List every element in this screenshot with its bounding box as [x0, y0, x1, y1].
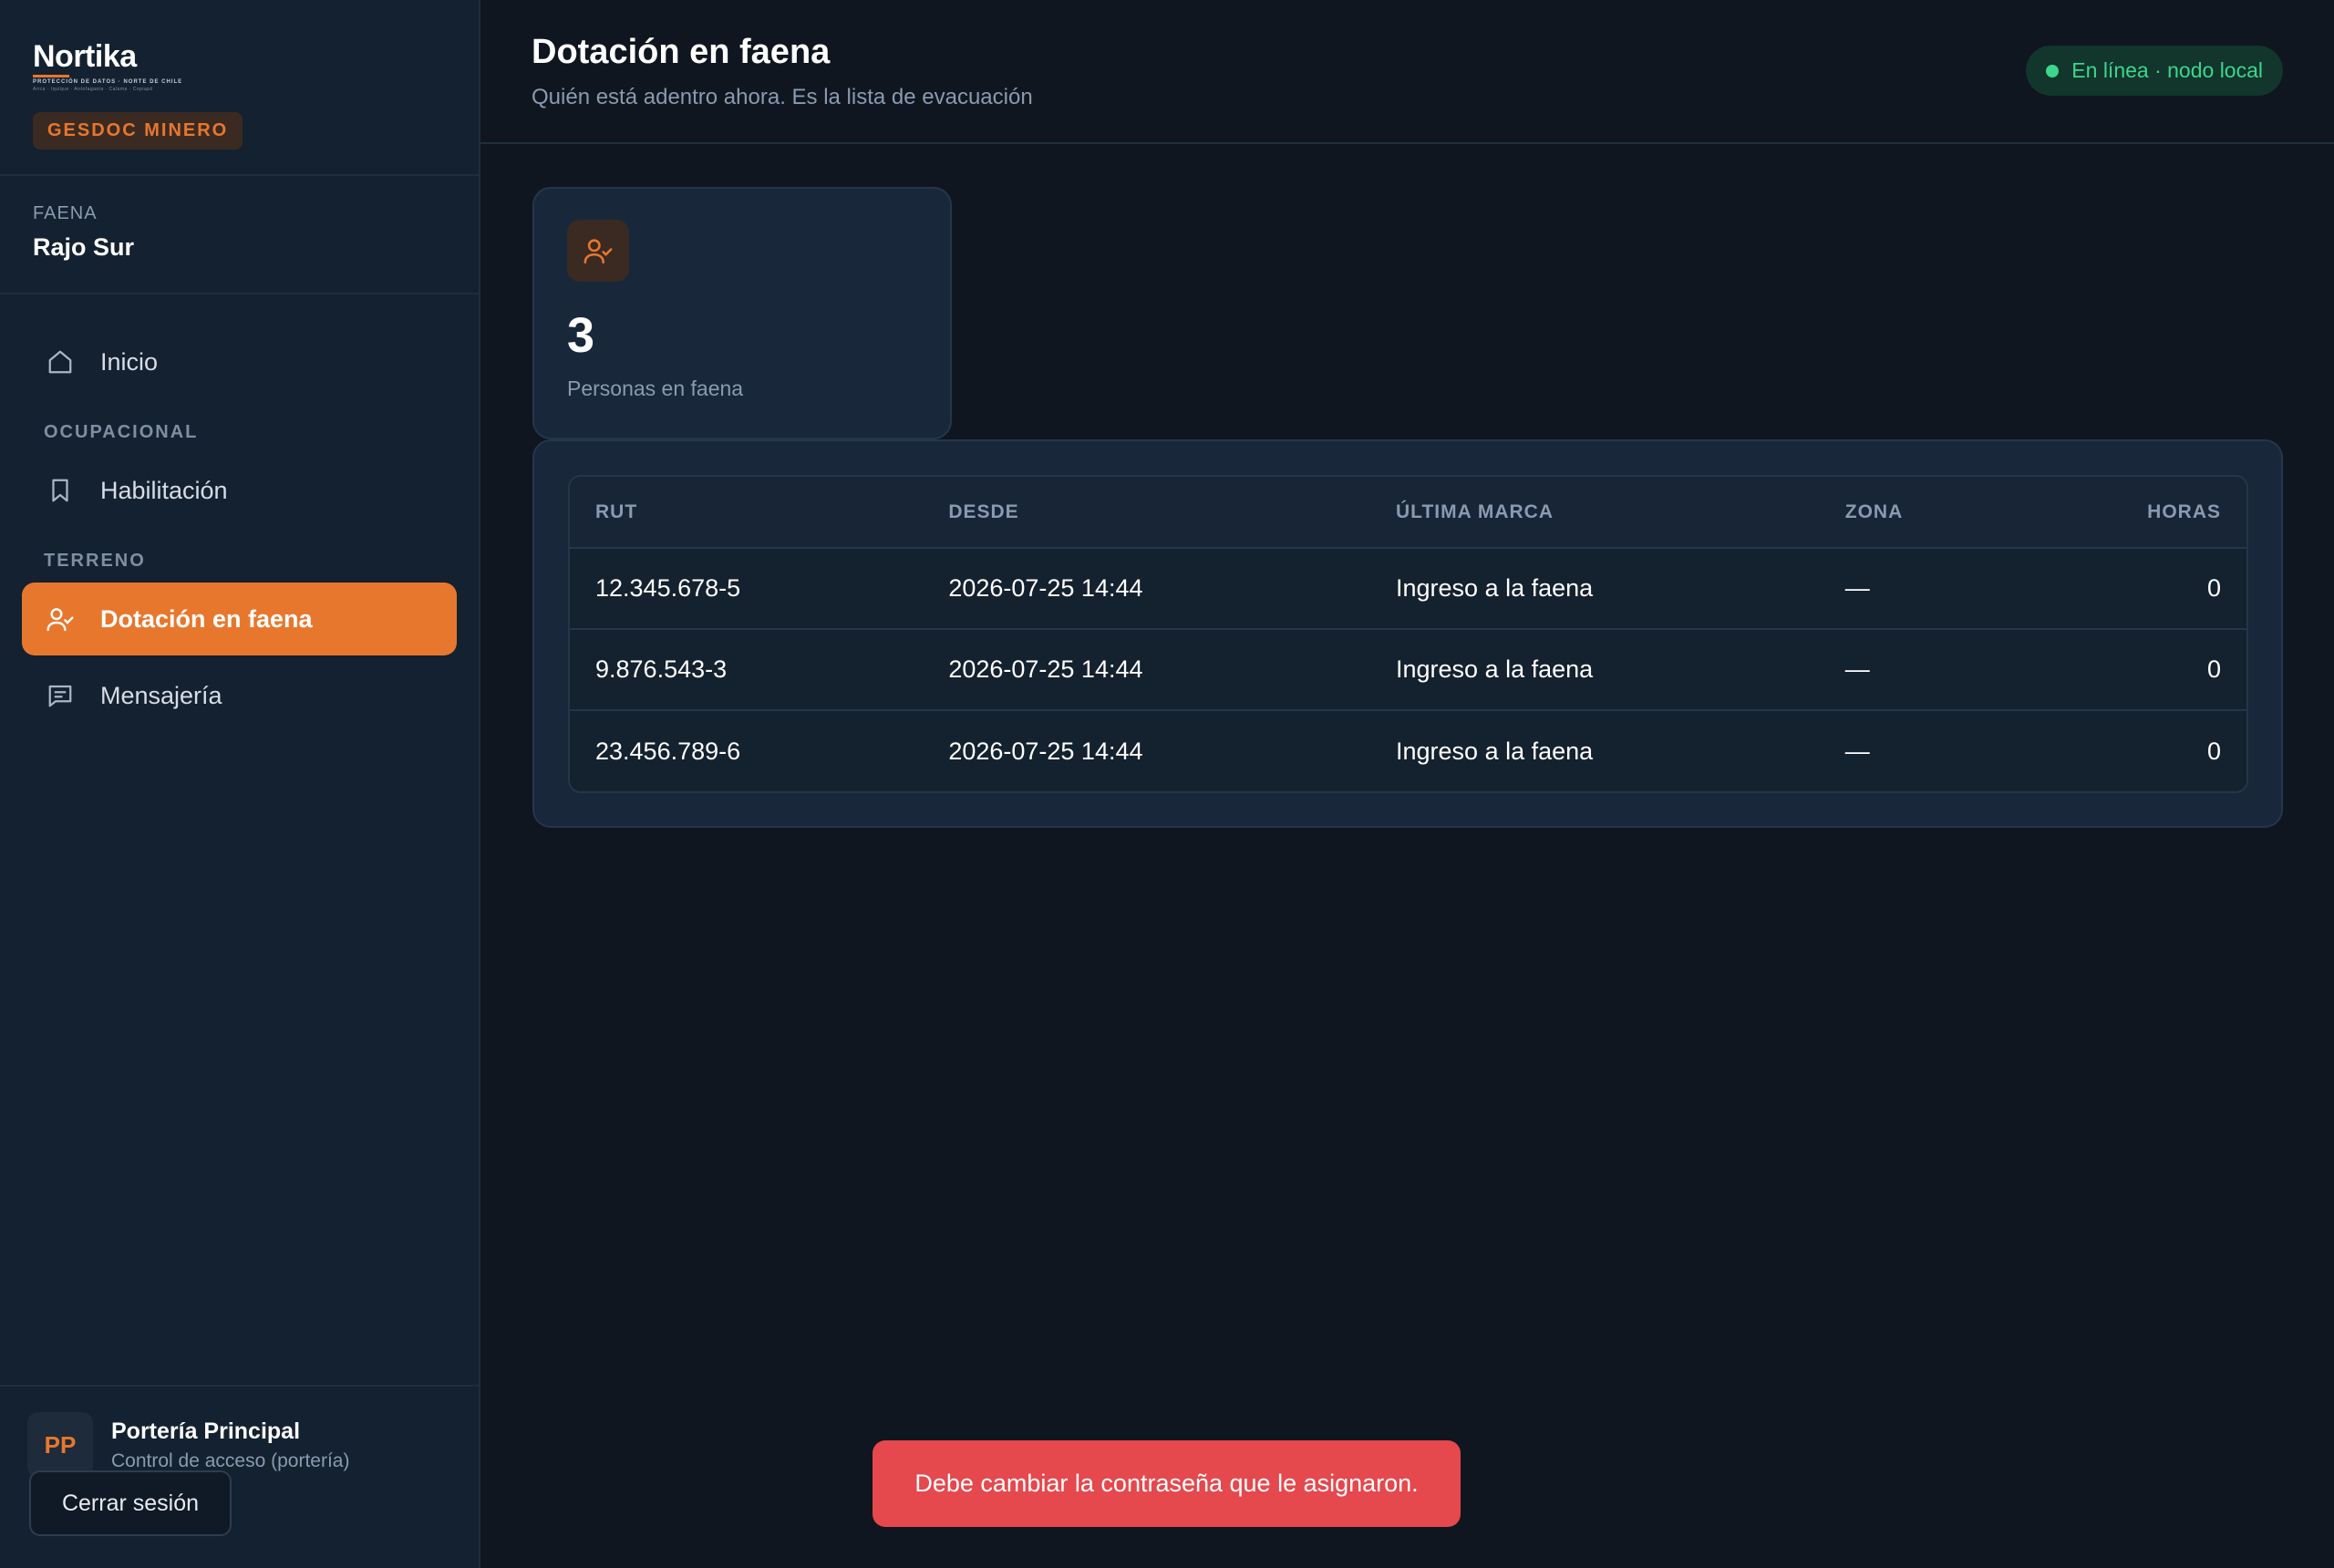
- column-header-rut[interactable]: RUT: [570, 477, 924, 549]
- logo-cities: Arica · Iquique · Antofagasta · Calama ·…: [33, 87, 153, 92]
- stat-value: 3: [567, 308, 595, 363]
- status-text: En línea · nodo local: [2071, 58, 2263, 82]
- nav-section-terreno: TERRENO: [44, 551, 146, 571]
- brand-block: Nortika PROTECCIÓN DE DATOS · NORTE DE C…: [0, 0, 479, 176]
- cell-horas: 0: [2038, 548, 2246, 630]
- logo-underline: [33, 75, 69, 77]
- page-title: Dotación en faena: [532, 33, 831, 71]
- sidebar-item-label: Mensajería: [100, 681, 222, 709]
- cell-desde: 2026-07-25 14:44: [923, 629, 1371, 711]
- cell-zona: —: [1819, 629, 2039, 711]
- status-dot-icon: [2046, 64, 2060, 77]
- cell-desde: 2026-07-25 14:44: [923, 548, 1371, 630]
- user-name: Portería Principal: [111, 1418, 301, 1444]
- table-row[interactable]: 9.876.543-3 2026-07-25 14:44 Ingreso a l…: [570, 629, 2246, 711]
- cell-zona: —: [1844, 737, 1870, 765]
- user-panel: PP Portería Principal Control de acceso …: [0, 1385, 479, 1568]
- cell-rut: 9.876.543-3: [570, 629, 924, 711]
- dotacion-table-card: RUT DESDE ÚLTIMA MARCA ZONA HORAS 12.345…: [532, 439, 2283, 828]
- faena-label: FAENA: [33, 203, 98, 223]
- message-icon: [44, 679, 77, 712]
- sidebar-item-inicio[interactable]: Inicio: [22, 325, 457, 398]
- product-badge: GESDOC MINERO: [33, 112, 243, 150]
- logout-button[interactable]: Cerrar sesión: [29, 1470, 232, 1536]
- logo-tagline: PROTECCIÓN DE DATOS · NORTE DE CHILE: [33, 79, 183, 85]
- sidebar-item-dotacion[interactable]: Dotación en faena: [22, 583, 457, 655]
- sidebar-item-habilitacion[interactable]: Habilitación: [22, 454, 457, 527]
- page-header: Dotación en faena Quién está adentro aho…: [480, 0, 2334, 144]
- bookmark-icon: [44, 474, 77, 507]
- page-subtitle: Quién está adentro ahora. Es la lista de…: [532, 85, 1033, 109]
- sidebar-nav: Inicio OCUPACIONAL Habilitación TERRENO …: [0, 294, 479, 732]
- sidebar-item-label: Dotación en faena: [100, 604, 313, 633]
- column-header-horas[interactable]: HORAS: [2038, 477, 2246, 549]
- sidebar-item-label: Habilitación: [100, 476, 228, 504]
- user-check-icon: [567, 220, 629, 282]
- app-root: Nortika PROTECCIÓN DE DATOS · NORTE DE C…: [0, 0, 2334, 1568]
- column-header-zona[interactable]: ZONA: [1819, 477, 2039, 549]
- status-badge: En línea · nodo local: [2026, 46, 2283, 96]
- user-check-icon: [44, 603, 77, 635]
- logo[interactable]: Nortika: [33, 40, 446, 73]
- user-role: Control de acceso (portería): [111, 1449, 350, 1471]
- sidebar-item-mensajeria[interactable]: Mensajería: [22, 659, 457, 732]
- cell-horas: 0: [2206, 737, 2221, 765]
- cell-rut: 12.345.678-5: [570, 548, 924, 630]
- cell-ultima-marca: Ingreso a la faena: [1370, 548, 1820, 630]
- faena-selector: FAENA Rajo Sur: [0, 176, 479, 294]
- avatar: PP: [27, 1412, 93, 1478]
- faena-value: Rajo Sur: [33, 233, 135, 261]
- cell-desde: 2026-07-25 14:44: [948, 737, 1143, 765]
- cell-rut: 23.456.789-6: [595, 737, 741, 765]
- stat-label: Personas en faena: [567, 377, 744, 400]
- cell-ultima-marca: Ingreso a la faena: [1370, 629, 1820, 711]
- home-icon: [44, 346, 77, 378]
- nav-section-ocupacional: OCUPACIONAL: [44, 422, 199, 442]
- sidebar-item-label: Inicio: [100, 347, 159, 376]
- table-container: RUT DESDE ÚLTIMA MARCA ZONA HORAS 12.345…: [568, 475, 2248, 793]
- table-header-row: RUT DESDE ÚLTIMA MARCA ZONA HORAS: [570, 477, 2246, 549]
- cell-zona: —: [1819, 548, 2039, 630]
- sidebar: Nortika PROTECCIÓN DE DATOS · NORTE DE C…: [0, 0, 480, 1568]
- cell-horas: 0: [2038, 629, 2246, 711]
- main-content: Dotación en faena Quién está adentro aho…: [480, 0, 2334, 1568]
- dotacion-table: RUT DESDE ÚLTIMA MARCA ZONA HORAS 12.345…: [570, 477, 2246, 791]
- column-header-desde[interactable]: DESDE: [923, 477, 1371, 549]
- toast-error[interactable]: Debe cambiar la contraseña que le asigna…: [873, 1440, 1461, 1527]
- user-info: PP Portería Principal Control de acceso …: [27, 1412, 451, 1478]
- table-row[interactable]: 12.345.678-5 2026-07-25 14:44 Ingreso a …: [570, 548, 2246, 630]
- column-header-ultima-marca[interactable]: ÚLTIMA MARCA: [1370, 477, 1820, 549]
- table-row[interactable]: 23.456.789-6 2026-07-25 14:44 Ingreso a …: [570, 710, 2246, 791]
- stat-card-personas: 3 Personas en faena: [532, 187, 952, 439]
- cell-ultima-marca: Ingreso a la faena: [1396, 737, 1594, 765]
